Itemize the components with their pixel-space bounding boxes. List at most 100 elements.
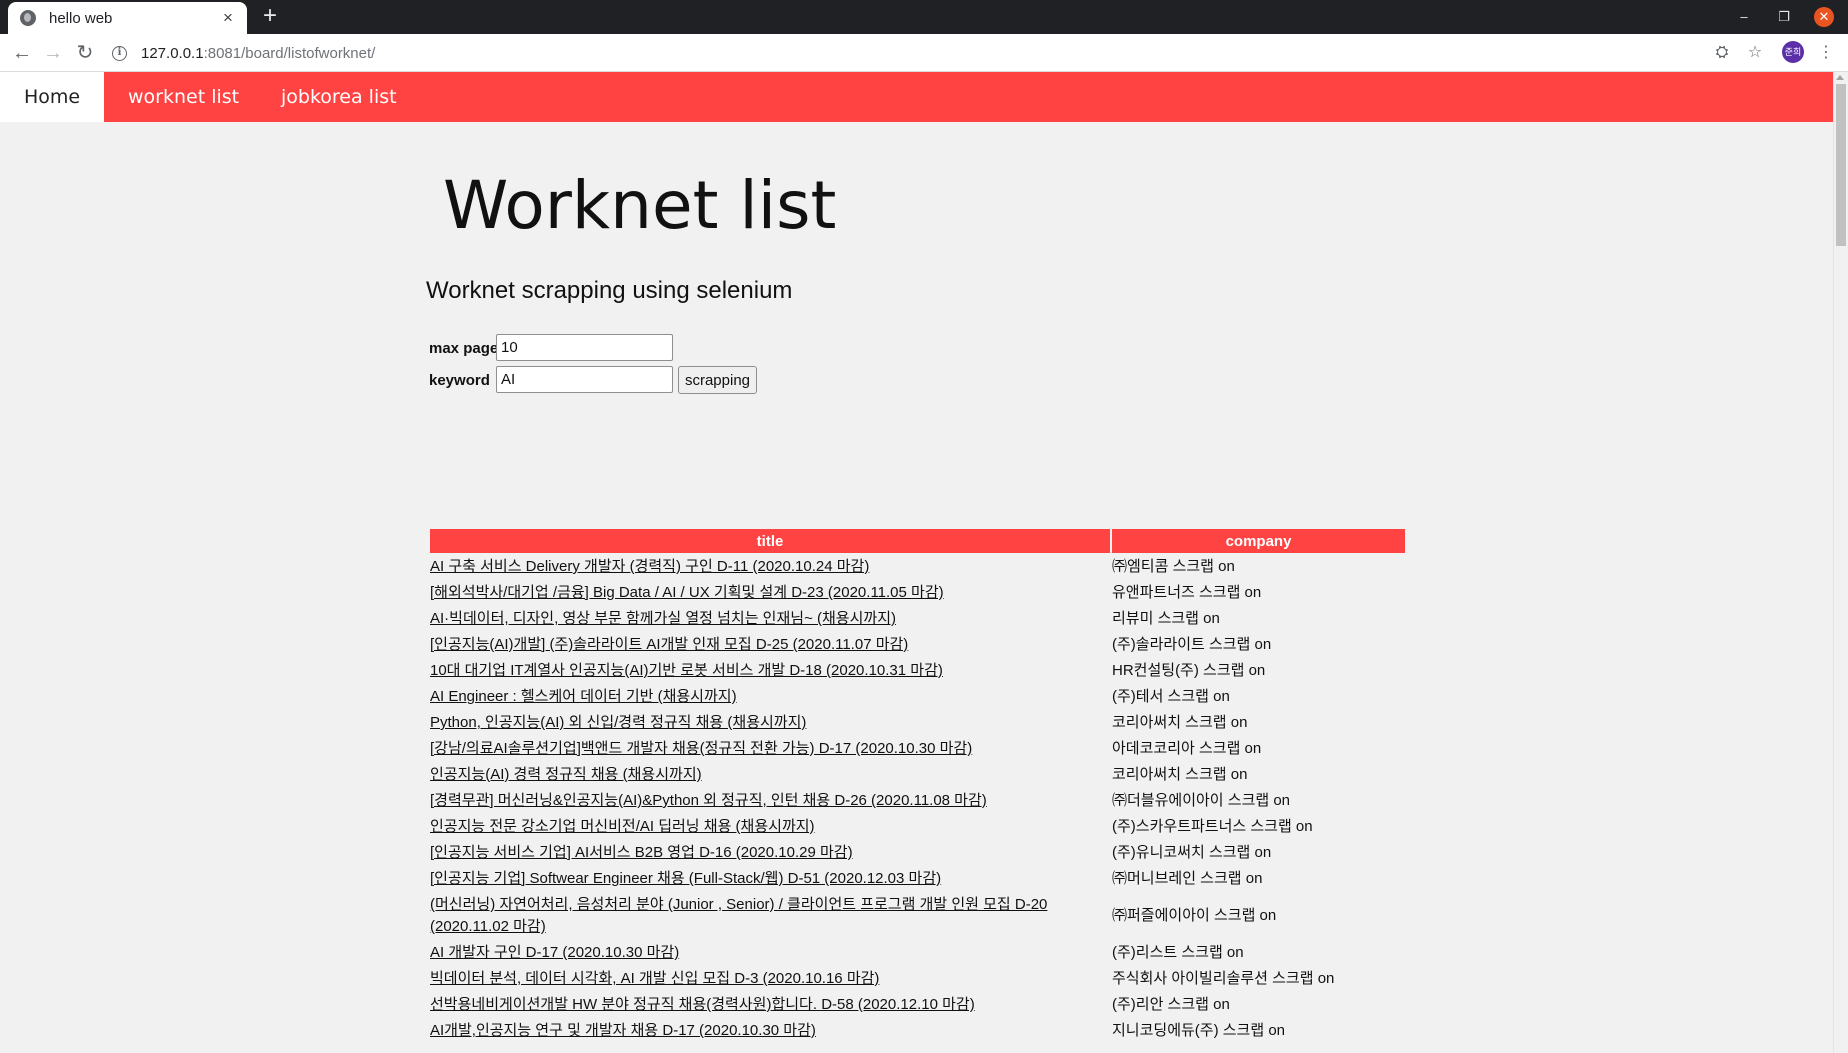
table-row: 인공지능 전문 강소기업 머신비전/AI 딥러닝 채용 (채용시까지) (주)스카… [430, 815, 1405, 839]
page-viewport: Home worknet list jobkorea list Worknet … [0, 72, 1848, 1053]
row-title-cell: [경력무관] 머신러닝&인공지능(AI)&Python 외 정규직, 인턴 채용… [430, 789, 1110, 813]
row-company-cell: (주)솔라라이트 스크랩 on [1112, 636, 1272, 653]
job-title-link[interactable]: [경력무관] 머신러닝&인공지능(AI)&Python 외 정규직, 인턴 채용… [430, 792, 987, 809]
row-title-cell: AI 개발자 구인 D-17 (2020.10.30 마감) [430, 941, 1110, 965]
table-row: (머신러닝) 자연어처리, 음성처리 분야 (Junior , Senior) … [430, 893, 1405, 939]
table-row: AI개발,인공지능 연구 및 개발자 채용 D-17 (2020.10.30 마… [430, 1019, 1405, 1043]
max-page-label: max page [429, 340, 499, 357]
job-title-link[interactable]: 선박용네비게이션개발 HW 분야 정규직 채용(경력사원)합니다. D-58 (… [430, 996, 975, 1013]
table-row: 빅데이터 분석, 데이터 시각화, AI 개발 신입 모집 D-3 (2020.… [430, 967, 1405, 991]
keyword-label: keyword [429, 372, 490, 389]
back-button[interactable]: ← [9, 40, 35, 66]
scroll-thumb[interactable] [1836, 84, 1846, 246]
row-title-cell: (머신러닝) 자연어처리, 음성처리 분야 (Junior , Senior) … [430, 893, 1110, 939]
row-company-cell: (주)테서 스크랩 on [1112, 688, 1230, 705]
avatar[interactable]: 준희 [1782, 41, 1804, 63]
table-row: AI Engineer : 헬스케어 데이터 기반 (채용시까지) (주)테서 스… [430, 685, 1405, 709]
table-row: AI 구축 서비스 Delivery 개발자 (경력직) 구인 D-11 (20… [430, 555, 1405, 579]
row-company-cell: 코리아써치 스크랩 on [1112, 714, 1248, 731]
address-bar[interactable]: i 127.0.0.1:8081/board/listofworknet/ [112, 39, 1702, 67]
job-title-link[interactable]: Python, 인공지능(AI) 외 신입/경력 정규직 채용 (채용시까지) [430, 714, 806, 731]
nav-jobkorea-list[interactable]: jobkorea list [281, 72, 397, 122]
job-title-link[interactable]: AI개발,인공지능 연구 및 개발자 채용 D-17 (2020.10.30 마… [430, 1022, 816, 1039]
row-company-cell: 지니코딩에듀(주) 스크랩 on [1112, 1022, 1286, 1039]
row-title-cell: 빅데이터 분석, 데이터 시각화, AI 개발 신입 모집 D-3 (2020.… [430, 967, 1110, 991]
table-header-row: title company [430, 529, 1405, 553]
job-title-link[interactable]: [강남/의료AI솔루션기업]백앤드 개발자 채용(정규직 전환 가능) D-17… [430, 740, 972, 757]
row-company-cell: HR컨설팅(주) 스크랩 on [1112, 662, 1266, 679]
page-title: Worknet list [443, 167, 837, 244]
table-row: AI 개발자 구인 D-17 (2020.10.30 마감) (주)리스트 스크랩… [430, 941, 1405, 965]
table-row: [경력무관] 머신러닝&인공지능(AI)&Python 외 정규직, 인턴 채용… [430, 789, 1405, 813]
job-title-link[interactable]: [해외석박사/대기업 /금융] Big Data / AI / UX 기획및 설… [430, 584, 944, 601]
row-title-cell: 인공지능 전문 강소기업 머신비전/AI 딥러닝 채용 (채용시까지) [430, 815, 1110, 839]
new-tab-button[interactable]: + [258, 4, 282, 29]
table-row: [해외석박사/대기업 /금융] Big Data / AI / UX 기획및 설… [430, 581, 1405, 605]
row-title-cell: AI Engineer : 헬스케어 데이터 기반 (채용시까지) [430, 685, 1110, 709]
scrapping-button[interactable]: scrapping [678, 366, 757, 394]
page-scrollbar[interactable] [1833, 72, 1848, 1053]
job-title-link[interactable]: AI·빅데이터, 디자인, 영상 부문 함께가실 열정 넘치는 인재님~ (채용… [430, 610, 896, 627]
site-navbar: Home worknet list jobkorea list [0, 72, 1833, 122]
translate-icon[interactable]: ⛭ [1712, 43, 1732, 63]
row-company-cell: 리뷰미 스크랩 on [1112, 610, 1220, 627]
row-title-cell: [해외석박사/대기업 /금융] Big Data / AI / UX 기획및 설… [430, 581, 1110, 605]
row-title-cell: AI·빅데이터, 디자인, 영상 부문 함께가실 열정 넘치는 인재님~ (채용… [430, 607, 1110, 631]
info-icon[interactable]: i [112, 45, 127, 61]
window-close-button[interactable]: ✕ [1814, 7, 1834, 27]
row-company-cell: ㈜엠티콤 스크랩 on [1112, 558, 1235, 575]
tab-title: hello web [49, 9, 113, 27]
job-title-link[interactable]: [인공지능 기업] Softwear Engineer 채용 (Full-Sta… [430, 870, 941, 887]
job-title-link[interactable]: 인공지능(AI) 경력 정규직 채용 (채용시까지) [430, 766, 702, 783]
nav-worknet-list[interactable]: worknet list [128, 72, 239, 122]
job-title-link[interactable]: 10대 대기업 IT계열사 인공지능(AI)기반 로봇 서비스 개발 D-18 … [430, 662, 943, 679]
row-company-cell: 유앤파트너즈 스크랩 on [1112, 584, 1262, 601]
table-row: 10대 대기업 IT계열사 인공지능(AI)기반 로봇 서비스 개발 D-18 … [430, 659, 1405, 683]
bookmark-star-icon[interactable]: ☆ [1745, 43, 1765, 63]
job-title-link[interactable]: 인공지능 전문 강소기업 머신비전/AI 딥러닝 채용 (채용시까지) [430, 818, 815, 835]
globe-icon [20, 10, 36, 26]
table-body: AI 구축 서비스 Delivery 개발자 (경력직) 구인 D-11 (20… [430, 555, 1405, 1043]
row-company-cell: (주)리스트 스크랩 on [1112, 944, 1244, 961]
job-title-link[interactable]: [인공지능(AI)개발] (주)솔라라이트 AI개발 인재 모집 D-25 (2… [430, 636, 908, 653]
row-company-cell: (주)스카우트파트너스 스크랩 on [1112, 818, 1313, 835]
row-company-cell: ㈜퍼즐에이아이 스크랩 on [1112, 907, 1277, 924]
header-title: title [430, 529, 1110, 553]
table-row: 인공지능(AI) 경력 정규직 채용 (채용시까지) 코리아써치 스크랩 on [430, 763, 1405, 787]
job-title-link[interactable]: AI 구축 서비스 Delivery 개발자 (경력직) 구인 D-11 (20… [430, 558, 869, 575]
nav-home[interactable]: Home [0, 72, 104, 122]
page-subtitle: Worknet scrapping using selenium [426, 277, 793, 304]
job-title-link[interactable]: AI 개발자 구인 D-17 (2020.10.30 마감) [430, 944, 679, 961]
restore-button[interactable]: ❐ [1775, 8, 1793, 26]
row-company-cell: (주)리안 스크랩 on [1112, 996, 1230, 1013]
job-title-link[interactable]: (머신러닝) 자연어처리, 음성처리 분야 (Junior , Senior) … [430, 896, 1047, 935]
row-company-cell: ㈜더블유에이아이 스크랩 on [1112, 792, 1291, 809]
row-title-cell: AI개발,인공지능 연구 및 개발자 채용 D-17 (2020.10.30 마… [430, 1019, 1110, 1043]
table-row: [인공지능 서비스 기업] AI서비스 B2B 영업 D-16 (2020.10… [430, 841, 1405, 865]
row-company-cell: 코리아써치 스크랩 on [1112, 766, 1248, 783]
table-row: AI·빅데이터, 디자인, 영상 부문 함께가실 열정 넘치는 인재님~ (채용… [430, 607, 1405, 631]
browser-tab[interactable]: hello web × [8, 2, 247, 34]
keyword-input[interactable] [496, 366, 673, 393]
table-row: [인공지능 기업] Softwear Engineer 채용 (Full-Sta… [430, 867, 1405, 891]
forward-button[interactable]: → [40, 40, 66, 66]
close-icon[interactable]: × [219, 9, 237, 27]
url-text: 127.0.0.1:8081/board/listofworknet/ [141, 44, 376, 62]
row-title-cell: [인공지능 기업] Softwear Engineer 채용 (Full-Sta… [430, 867, 1110, 891]
row-title-cell: [인공지능(AI)개발] (주)솔라라이트 AI개발 인재 모집 D-25 (2… [430, 633, 1110, 657]
job-title-link[interactable]: [인공지능 서비스 기업] AI서비스 B2B 영업 D-16 (2020.10… [430, 844, 853, 861]
minimize-button[interactable]: – [1735, 8, 1753, 26]
table-row: [강남/의료AI솔루션기업]백앤드 개발자 채용(정규직 전환 가능) D-17… [430, 737, 1405, 761]
scroll-up-arrow-icon[interactable] [1836, 75, 1844, 80]
table-row: 선박용네비게이션개발 HW 분야 정규직 채용(경력사원)합니다. D-58 (… [430, 993, 1405, 1017]
menu-dots-icon[interactable]: ⋮ [1816, 43, 1836, 63]
row-title-cell: [강남/의료AI솔루션기업]백앤드 개발자 채용(정규직 전환 가능) D-17… [430, 737, 1110, 761]
reload-button[interactable]: ↻ [72, 40, 98, 66]
table-row: Python, 인공지능(AI) 외 신입/경력 정규직 채용 (채용시까지) 코… [430, 711, 1405, 735]
job-title-link[interactable]: 빅데이터 분석, 데이터 시각화, AI 개발 신입 모집 D-3 (2020.… [430, 970, 879, 987]
worknet-table: title company AI 구축 서비스 Delivery 개발자 (경력… [428, 527, 1407, 1045]
row-title-cell: [인공지능 서비스 기업] AI서비스 B2B 영업 D-16 (2020.10… [430, 841, 1110, 865]
row-company-cell: ㈜머니브레인 스크랩 on [1112, 870, 1263, 887]
job-title-link[interactable]: AI Engineer : 헬스케어 데이터 기반 (채용시까지) [430, 688, 737, 705]
max-page-input[interactable] [496, 334, 673, 361]
